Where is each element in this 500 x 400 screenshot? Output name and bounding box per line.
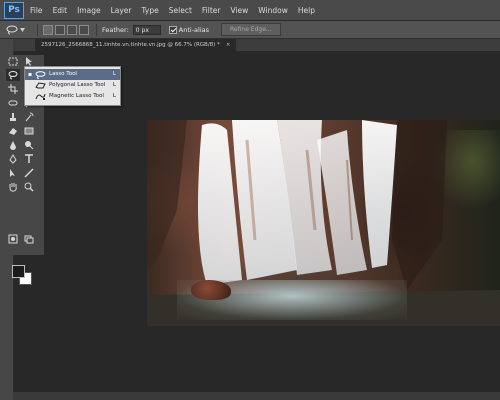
lasso-tool-icon[interactable] (6, 69, 20, 81)
dodge-icon[interactable] (22, 139, 36, 151)
menu-view[interactable]: View (230, 6, 248, 15)
line-shape-icon[interactable] (22, 167, 36, 179)
flyout-item-polygonal-lasso[interactable]: Polygonal Lasso Tool L (25, 80, 120, 91)
options-bar: Feather: 0 px Anti-alias Refine Edge... (0, 21, 500, 39)
menu-file[interactable]: File (30, 6, 43, 15)
hand-icon[interactable] (6, 181, 20, 193)
lasso-icon (6, 25, 18, 34)
intersect-selection-button[interactable] (79, 24, 89, 35)
flyout-label: Lasso Tool (49, 71, 77, 77)
menu-type[interactable]: Type (142, 6, 159, 15)
close-icon[interactable]: × (226, 42, 231, 48)
flyout-label: Magnetic Lasso Tool (49, 93, 104, 99)
status-bar (13, 392, 500, 400)
crop-icon[interactable] (6, 83, 20, 95)
separator (96, 23, 97, 36)
rectangular-marquee-icon[interactable] (6, 55, 20, 67)
eraser-icon[interactable] (6, 125, 20, 137)
blur-icon[interactable] (6, 139, 20, 151)
new-selection-button[interactable] (43, 24, 53, 35)
flyout-label: Polygonal Lasso Tool (49, 82, 106, 88)
path-selection-icon[interactable] (6, 167, 20, 179)
menu-window[interactable]: Window (258, 6, 288, 15)
menu-select[interactable]: Select (169, 6, 192, 15)
tool-preset-picker[interactable] (6, 23, 32, 36)
feather-input[interactable]: 0 px (132, 24, 161, 35)
add-to-selection-button[interactable] (55, 24, 65, 35)
document-tab-bar: 2597126_2566868_11.tinhte.vn.tinhte.vn.j… (13, 39, 500, 51)
spot-healing-icon[interactable] (6, 97, 20, 109)
zoom-icon[interactable] (22, 181, 36, 193)
magnetic-lasso-icon (35, 93, 46, 106)
clone-stamp-icon[interactable] (6, 111, 20, 123)
foreground-color-swatch[interactable] (12, 265, 25, 278)
anti-alias-checkbox[interactable] (168, 25, 177, 34)
menu-help[interactable]: Help (298, 6, 315, 15)
history-brush-icon[interactable] (22, 111, 36, 123)
menu-bar: Ps File Edit Image Layer Type Select Fil… (0, 0, 500, 21)
menu-edit[interactable]: Edit (53, 6, 68, 15)
flyout-item-lasso[interactable]: ▪ Lasso Tool L (25, 69, 120, 80)
logo-text: Ps (8, 5, 20, 15)
red-rock (191, 280, 231, 300)
feather-label: Feather: (102, 25, 129, 34)
photoshop-logo: Ps (4, 1, 24, 19)
type-icon[interactable] (22, 153, 36, 165)
quick-mask-icon[interactable] (6, 233, 20, 245)
screen-mode-icon[interactable] (22, 233, 36, 245)
flyout-item-magnetic-lasso[interactable]: Magnetic Lasso Tool L (25, 91, 120, 102)
lasso-tools-flyout: ▪ Lasso Tool L Polygonal Lasso Tool L Ma… (24, 66, 121, 106)
anti-alias-label: Anti-alias (178, 25, 210, 34)
document-canvas[interactable] (147, 120, 500, 326)
flyout-shortcut: L (112, 82, 116, 88)
document-tab-title: 2597126_2566868_11.tinhte.vn.tinhte.vn.j… (41, 42, 220, 48)
gradient-icon[interactable] (22, 125, 36, 137)
flyout-shortcut: L (112, 71, 116, 77)
chevron-down-icon (20, 27, 25, 32)
selected-bullet: ▪ (28, 71, 33, 78)
menu-image[interactable]: Image (77, 6, 101, 15)
pen-icon[interactable] (6, 153, 20, 165)
flyout-shortcut: L (112, 93, 116, 99)
menu-layer[interactable]: Layer (111, 6, 132, 15)
subtract-from-selection-button[interactable] (67, 24, 77, 35)
refine-edge-button[interactable]: Refine Edge... (221, 23, 281, 36)
separator (37, 23, 38, 36)
document-tab[interactable]: 2597126_2566868_11.tinhte.vn.tinhte.vn.j… (35, 39, 237, 51)
menu-filter[interactable]: Filter (202, 6, 221, 15)
